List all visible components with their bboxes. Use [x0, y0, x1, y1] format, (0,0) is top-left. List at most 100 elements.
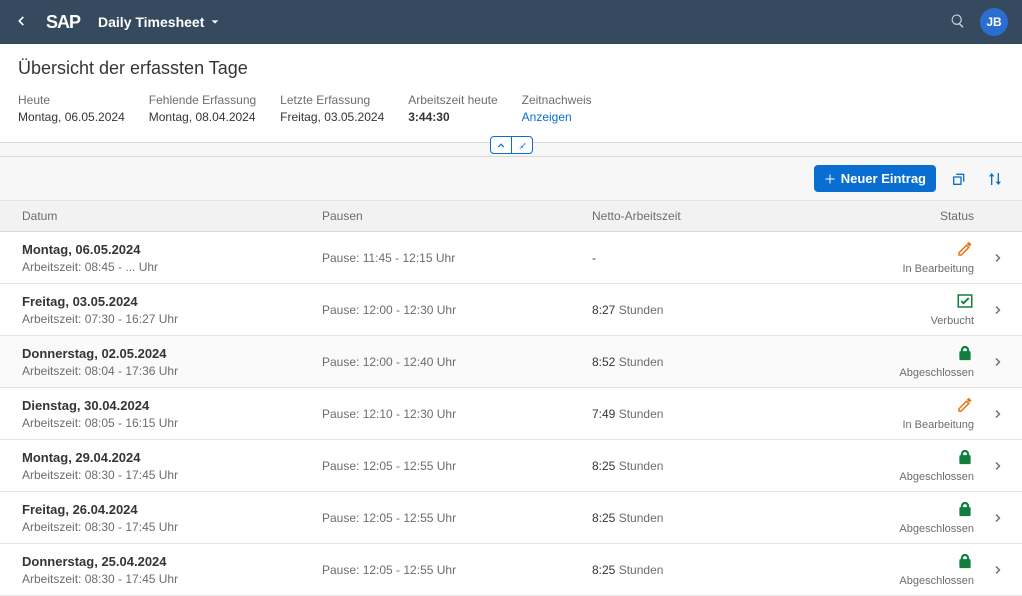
edit-icon	[956, 396, 974, 417]
info-label: Heute	[18, 93, 125, 107]
row-status-label: In Bearbeitung	[902, 419, 974, 431]
lock-icon	[956, 448, 974, 469]
info-block: Arbeitszeit heute 3:44:30	[408, 93, 497, 124]
chevron-right-icon	[992, 460, 1004, 472]
timesheet-table: Datum Pausen Netto-Arbeitszeit Status Mo…	[0, 200, 1022, 596]
info-value: Montag, 08.04.2024	[149, 110, 256, 124]
info-label: Arbeitszeit heute	[408, 93, 497, 107]
row-status-label: Abgeschlossen	[899, 575, 974, 587]
row-worktime: Arbeitszeit: 08:30 - 17:45 Uhr	[22, 468, 322, 482]
col-header-pause: Pausen	[322, 209, 592, 223]
info-block: Letzte Erfassung Freitag, 03.05.2024	[280, 93, 384, 124]
row-net: -	[592, 251, 874, 265]
new-entry-button[interactable]: Neuer Eintrag	[814, 165, 936, 192]
row-net: 8:25 Stunden	[592, 459, 874, 473]
row-date: Montag, 06.05.2024	[22, 242, 322, 257]
caret-down-icon	[210, 17, 220, 27]
row-nav[interactable]	[974, 460, 1004, 472]
row-status-label: In Bearbeitung	[902, 263, 974, 275]
back-icon[interactable]	[14, 14, 28, 31]
row-status-label: Abgeschlossen	[899, 367, 974, 379]
row-status-label: Verbucht	[931, 315, 974, 327]
col-header-date: Datum	[22, 209, 322, 223]
row-nav[interactable]	[974, 356, 1004, 368]
row-worktime: Arbeitszeit: 08:04 - 17:36 Uhr	[22, 364, 322, 378]
row-date: Dienstag, 30.04.2024	[22, 398, 322, 413]
row-date: Montag, 29.04.2024	[22, 450, 322, 465]
row-status-label: Abgeschlossen	[899, 471, 974, 483]
info-label: Letzte Erfassung	[280, 93, 384, 107]
row-net: 8:25 Stunden	[592, 563, 874, 577]
chevron-up-icon	[496, 140, 506, 150]
pin-header-button[interactable]	[511, 136, 533, 154]
row-date: Freitag, 03.05.2024	[22, 294, 322, 309]
new-entry-label: Neuer Eintrag	[841, 171, 926, 186]
row-nav[interactable]	[974, 408, 1004, 420]
chevron-right-icon	[992, 408, 1004, 420]
row-net: 8:52 Stunden	[592, 355, 874, 369]
table-row[interactable]: Dienstag, 30.04.2024 Arbeitszeit: 08:05 -…	[0, 388, 1022, 440]
collapse-header-button[interactable]	[490, 136, 512, 154]
page-header: Übersicht der erfassten Tage Heute Montag…	[0, 44, 1022, 143]
sap-logo: SAP	[40, 10, 86, 35]
sort-icon[interactable]	[982, 166, 1008, 192]
row-nav[interactable]	[974, 512, 1004, 524]
row-date: Freitag, 26.04.2024	[22, 502, 322, 517]
plus-icon	[824, 173, 836, 185]
info-block: Zeitnachweis Anzeigen	[522, 93, 592, 124]
copy-icon[interactable]	[946, 166, 972, 192]
table-header-row: Datum Pausen Netto-Arbeitszeit Status	[0, 201, 1022, 232]
shell-title-text: Daily Timesheet	[98, 14, 204, 30]
info-row: Heute Montag, 06.05.2024 Fehlende Erfassun…	[18, 93, 1004, 124]
table-row[interactable]: Freitag, 03.05.2024 Arbeitszeit: 07:30 - …	[0, 284, 1022, 336]
info-label: Zeitnachweis	[522, 93, 592, 107]
lock-icon	[956, 552, 974, 573]
lock-icon	[956, 344, 974, 365]
row-pause: Pause: 12:05 - 12:55 Uhr	[322, 563, 592, 577]
table-row[interactable]: Montag, 06.05.2024 Arbeitszeit: 08:45 - .…	[0, 232, 1022, 284]
table-row[interactable]: Donnerstag, 02.05.2024Arbeitszeit: 08:04…	[0, 336, 1022, 388]
table-row[interactable]: Donnerstag, 25.04.2024 Arbeitszeit: 08:30…	[0, 544, 1022, 596]
edit-icon	[956, 240, 974, 261]
shell-title-dropdown[interactable]: Daily Timesheet	[98, 14, 220, 30]
row-status-label: Abgeschlossen	[899, 523, 974, 535]
table-toolbar: Neuer Eintrag	[0, 157, 1022, 200]
chevron-right-icon	[992, 512, 1004, 524]
avatar[interactable]: JB	[980, 8, 1008, 36]
row-worktime: Arbeitszeit: 07:30 - 16:27 Uhr	[22, 312, 322, 326]
row-pause: Pause: 12:05 - 12:55 Uhr	[322, 459, 592, 473]
row-nav[interactable]	[974, 564, 1004, 576]
row-pause: Pause: 12:05 - 12:55 Uhr	[322, 511, 592, 525]
col-header-status: Status	[874, 209, 974, 223]
table-body: Montag, 06.05.2024 Arbeitszeit: 08:45 - .…	[0, 232, 1022, 596]
header-collapse-bar	[0, 143, 1022, 157]
row-pause: Pause: 12:00 - 12:30 Uhr	[322, 303, 592, 317]
row-worktime: Arbeitszeit: 08:30 - 17:45 Uhr	[22, 520, 322, 534]
row-net: 8:27 Stunden	[592, 303, 874, 317]
row-worktime: Arbeitszeit: 08:45 - ... Uhr	[22, 260, 322, 274]
info-value: 3:44:30	[408, 110, 497, 124]
table-row[interactable]: Montag, 29.04.2024 Arbeitszeit: 08:30 - 1…	[0, 440, 1022, 492]
chevron-right-icon	[992, 304, 1004, 316]
lock-icon	[956, 500, 974, 521]
shell-bar: SAP Daily Timesheet JB	[0, 0, 1022, 44]
page-title: Übersicht der erfassten Tage	[18, 58, 1004, 79]
row-nav[interactable]	[974, 304, 1004, 316]
row-pause: Pause: 11:45 - 12:15 Uhr	[322, 251, 592, 265]
row-worktime: Arbeitszeit: 08:05 - 16:15 Uhr	[22, 416, 322, 430]
row-net: 7:49 Stunden	[592, 407, 874, 421]
row-nav[interactable]	[974, 252, 1004, 264]
row-pause: Pause: 12:00 - 12:40 Uhr	[322, 355, 592, 369]
chevron-right-icon	[992, 356, 1004, 368]
col-header-net: Netto-Arbeitszeit	[592, 209, 874, 223]
table-row[interactable]: Freitag, 26.04.2024 Arbeitszeit: 08:30 - …	[0, 492, 1022, 544]
info-value-link[interactable]: Anzeigen	[522, 110, 592, 124]
pin-icon	[517, 140, 527, 150]
row-worktime: Arbeitszeit: 08:30 - 17:45 Uhr	[22, 572, 322, 586]
chevron-right-icon	[992, 252, 1004, 264]
info-label: Fehlende Erfassung	[149, 93, 256, 107]
info-value: Freitag, 03.05.2024	[280, 110, 384, 124]
row-date: Donnerstag, 25.04.2024	[22, 554, 322, 569]
info-value: Montag, 06.05.2024	[18, 110, 125, 124]
search-icon[interactable]	[950, 13, 966, 32]
